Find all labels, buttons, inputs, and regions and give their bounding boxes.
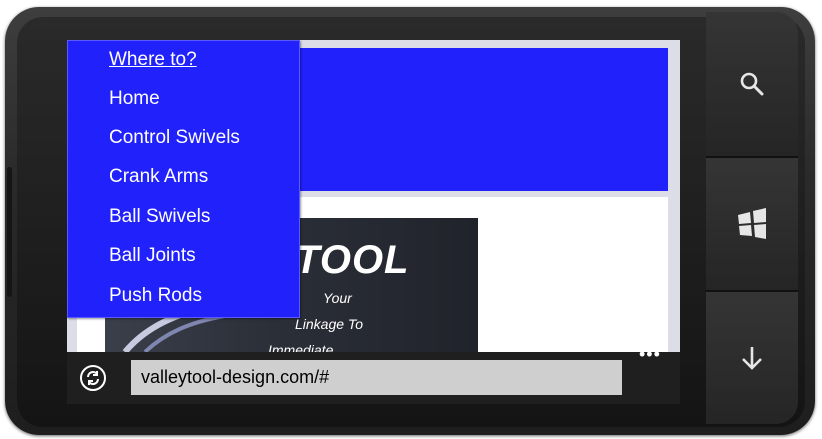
navigation-menu: Where to? Home Control Swivels Crank Arm… [67,40,300,318]
webpage: /TOOL Your Linkage To Immediate Where to… [67,40,680,352]
menu-item-ball-joints[interactable]: Ball Joints [109,245,196,267]
refresh-button[interactable] [80,365,106,391]
address-bar: valleytool-design.com/# ••• [67,344,680,404]
side-button [7,167,12,297]
search-icon [740,72,764,96]
menu-title-link[interactable]: Where to? [109,49,197,71]
start-button[interactable] [706,158,798,290]
refresh-icon [87,371,99,385]
hardware-buttons [706,12,798,424]
menu-item-ball-swivels[interactable]: Ball Swivels [109,206,210,228]
down-arrow-icon [742,347,762,370]
logo-brand-text: /TOOL [283,238,410,282]
logo-tagline: Linkage To [295,316,363,332]
logo-tagline: Immediate [268,342,334,352]
menu-item-push-rods[interactable]: Push Rods [109,285,202,307]
more-options-button[interactable]: ••• [639,344,661,365]
windows-icon [738,208,766,239]
menu-item-control-swivels[interactable]: Control Swivels [109,127,240,149]
logo-tagline: Your [323,290,352,306]
phone-screen: /TOOL Your Linkage To Immediate Where to… [67,40,680,404]
menu-item-crank-arms[interactable]: Crank Arms [109,166,208,188]
search-button[interactable] [706,12,798,156]
back-button[interactable] [706,292,798,424]
menu-item-home[interactable]: Home [109,88,160,110]
url-input[interactable]: valleytool-design.com/# [131,360,622,395]
